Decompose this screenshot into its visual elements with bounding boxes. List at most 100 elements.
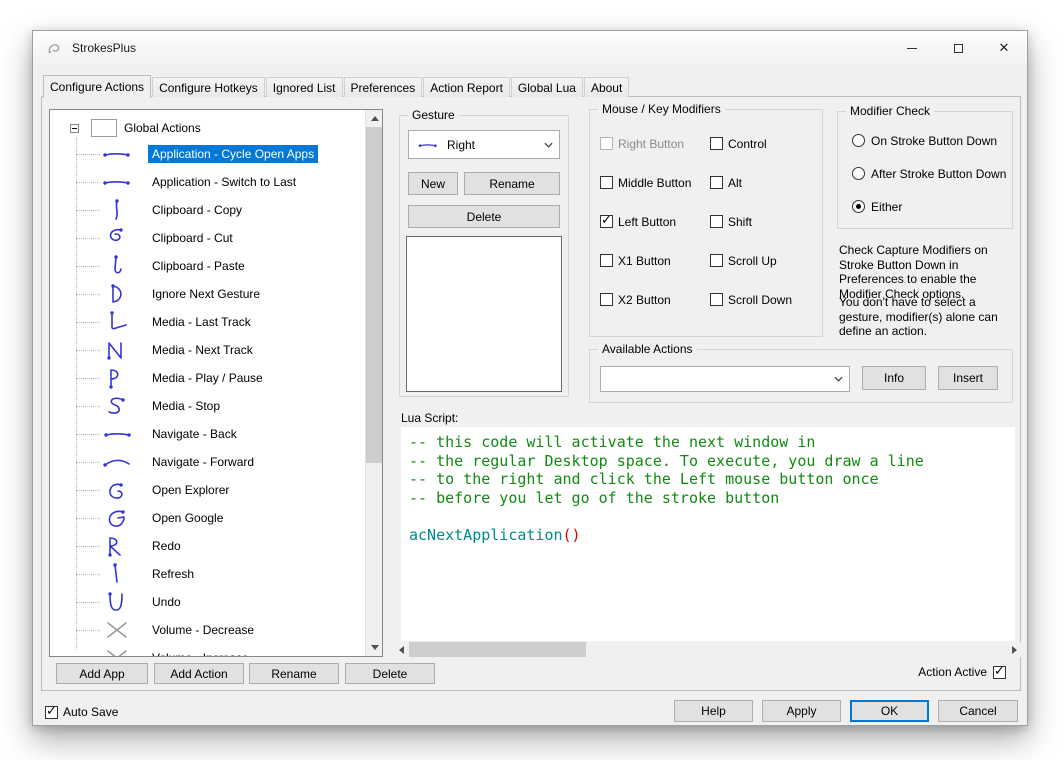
tabstrip: Configure Actions Configure Hotkeys Igno… [43, 75, 630, 98]
tree-root-global-actions[interactable]: Global Actions [50, 116, 365, 140]
tree-item-open-google[interactable]: Open Google [50, 504, 365, 532]
actions-tree: Global Actions Application - Cycle Open … [49, 109, 383, 657]
scroll-up-icon[interactable] [366, 110, 382, 127]
gesture-icon [107, 650, 127, 656]
action-active-checkbox[interactable]: Action Active [918, 664, 1006, 679]
gesture-icon [109, 483, 123, 499]
minimize-icon [907, 47, 917, 49]
tree-item-application-switch-to-last[interactable]: Application - Switch to Last [50, 168, 365, 196]
available-actions-dropdown[interactable] [600, 366, 850, 392]
tree-viewport[interactable]: Global Actions Application - Cycle Open … [50, 110, 365, 656]
tree-item-ignore-next-gesture[interactable]: Ignore Next Gesture [50, 280, 365, 308]
tab-about[interactable]: About [583, 77, 630, 97]
lua-script-label: Lua Script: [401, 411, 459, 425]
rename-gesture-button[interactable]: Rename [464, 172, 560, 195]
action-active-label: Action Active [918, 665, 987, 679]
checkbox-scroll-up[interactable]: Scroll Up [710, 241, 792, 280]
delete-action-button[interactable]: Delete [345, 663, 435, 684]
gesture-icon [104, 433, 131, 437]
gesture-icon [103, 459, 130, 467]
tab-action-report[interactable]: Action Report [423, 77, 510, 97]
cancel-button[interactable]: Cancel [938, 700, 1018, 722]
tree-item-refresh[interactable]: Refresh [50, 560, 365, 588]
gesture-icon [103, 153, 130, 157]
vertical-scrollbar-thumb[interactable] [366, 127, 382, 463]
gesture-icon [108, 592, 123, 611]
gesture-icon [108, 537, 121, 557]
tree-item-redo[interactable]: Redo [50, 532, 365, 560]
gesture-icon [109, 369, 119, 389]
tree-item-application-cycle-open-apps[interactable]: Application - Cycle Open Apps [50, 140, 365, 168]
checkbox-shift[interactable]: Shift [710, 202, 792, 241]
window-controls: ✕ [889, 31, 1027, 65]
modifier-check-note-primary: Check Capture Modifiers on Stroke Button… [839, 243, 988, 301]
tree-item-clipboard-paste[interactable]: Clipboard - Paste [50, 252, 365, 280]
horizontal-scrollbar[interactable] [394, 642, 1022, 657]
tree-item-navigate-back[interactable]: Navigate - Back [50, 420, 365, 448]
gesture-dropdown[interactable]: Right [408, 130, 560, 159]
checkbox-left-button[interactable]: Left Button [600, 202, 691, 241]
modifiers-group-label: Mouse / Key Modifiers [598, 102, 725, 116]
maximize-button[interactable] [935, 31, 981, 65]
scroll-down-icon[interactable] [366, 639, 382, 656]
radio-either[interactable]: Either [852, 190, 1012, 223]
add-action-button[interactable]: Add Action [154, 663, 244, 684]
close-button[interactable]: ✕ [981, 31, 1027, 65]
lua-script-editor[interactable]: -- this code will activate the next wind… [401, 427, 1015, 641]
collapse-expander-icon[interactable] [70, 123, 79, 133]
tree-item-navigate-forward[interactable]: Navigate - Forward [50, 448, 365, 476]
tree-item-clipboard-cut[interactable]: Clipboard - Cut [50, 224, 365, 252]
checkbox-box [600, 137, 613, 150]
gesture-icon [107, 622, 127, 638]
tree-item-volume-increase[interactable]: Volume - Increase [50, 644, 365, 656]
tree-item-open-explorer[interactable]: Open Explorer [50, 476, 365, 504]
delete-gesture-button[interactable]: Delete [408, 205, 560, 228]
insert-button[interactable]: Insert [938, 366, 998, 390]
gesture-group-label: Gesture [408, 108, 459, 122]
rename-action-button[interactable]: Rename [249, 663, 339, 684]
horizontal-scrollbar-thumb[interactable] [409, 642, 586, 657]
apply-button[interactable]: Apply [762, 700, 841, 722]
tree-item-media-stop[interactable]: Media - Stop [50, 392, 365, 420]
tree-item-media-last-track[interactable]: Media - Last Track [50, 308, 365, 336]
vertical-scrollbar[interactable] [365, 110, 382, 656]
checkbox-box [600, 254, 613, 267]
checkbox-box [710, 137, 723, 150]
root-node-icon [91, 119, 117, 137]
tree-item-volume-decrease[interactable]: Volume - Decrease [50, 616, 365, 644]
modifier-check-group-label: Modifier Check [846, 104, 935, 118]
checkbox-alt[interactable]: Alt [710, 163, 792, 202]
checkbox-box [993, 664, 1006, 679]
auto-save-checkbox[interactable]: Auto Save [45, 704, 118, 719]
scroll-left-icon[interactable] [394, 642, 409, 657]
tree-item-media-play-pause[interactable]: Media - Play / Pause [50, 364, 365, 392]
tree-item-clipboard-copy[interactable]: Clipboard - Copy [50, 196, 365, 224]
tab-ignored-list[interactable]: Ignored List [265, 77, 343, 97]
add-app-button[interactable]: Add App [56, 663, 148, 684]
tab-configure-hotkeys[interactable]: Configure Hotkeys [152, 77, 265, 97]
checkbox-right-button[interactable]: Right Button [600, 124, 691, 163]
info-button[interactable]: Info [862, 366, 926, 390]
tab-preferences[interactable]: Preferences [343, 77, 423, 97]
ok-button[interactable]: OK [850, 700, 929, 722]
checkbox-control[interactable]: Control [710, 124, 792, 163]
minimize-button[interactable] [889, 31, 935, 65]
tab-global-lua[interactable]: Global Lua [510, 77, 583, 97]
tab-configure-actions[interactable]: Configure Actions [43, 75, 152, 98]
titlebar[interactable]: StrokesPlus ✕ [33, 31, 1027, 65]
tree-item-undo[interactable]: Undo [50, 588, 365, 616]
radio-on-stroke-button-down[interactable]: On Stroke Button Down [852, 124, 1012, 157]
checkbox-box [600, 176, 613, 189]
help-button[interactable]: Help [674, 700, 753, 722]
checkbox-x2-button[interactable]: X2 Button [600, 280, 691, 319]
gesture-icon [113, 563, 118, 583]
radio-after-stroke-button-down[interactable]: After Stroke Button Down [852, 157, 1012, 190]
checkbox-scroll-down[interactable]: Scroll Down [710, 280, 792, 319]
tree-item-media-next-track[interactable]: Media - Next Track [50, 336, 365, 364]
new-gesture-button[interactable]: New [408, 172, 458, 195]
gesture-icon [109, 228, 123, 242]
checkbox-middle-button[interactable]: Middle Button [600, 163, 691, 202]
chevron-down-icon [544, 142, 553, 148]
checkbox-x1-button[interactable]: X1 Button [600, 241, 691, 280]
scroll-right-icon[interactable] [1007, 642, 1022, 657]
